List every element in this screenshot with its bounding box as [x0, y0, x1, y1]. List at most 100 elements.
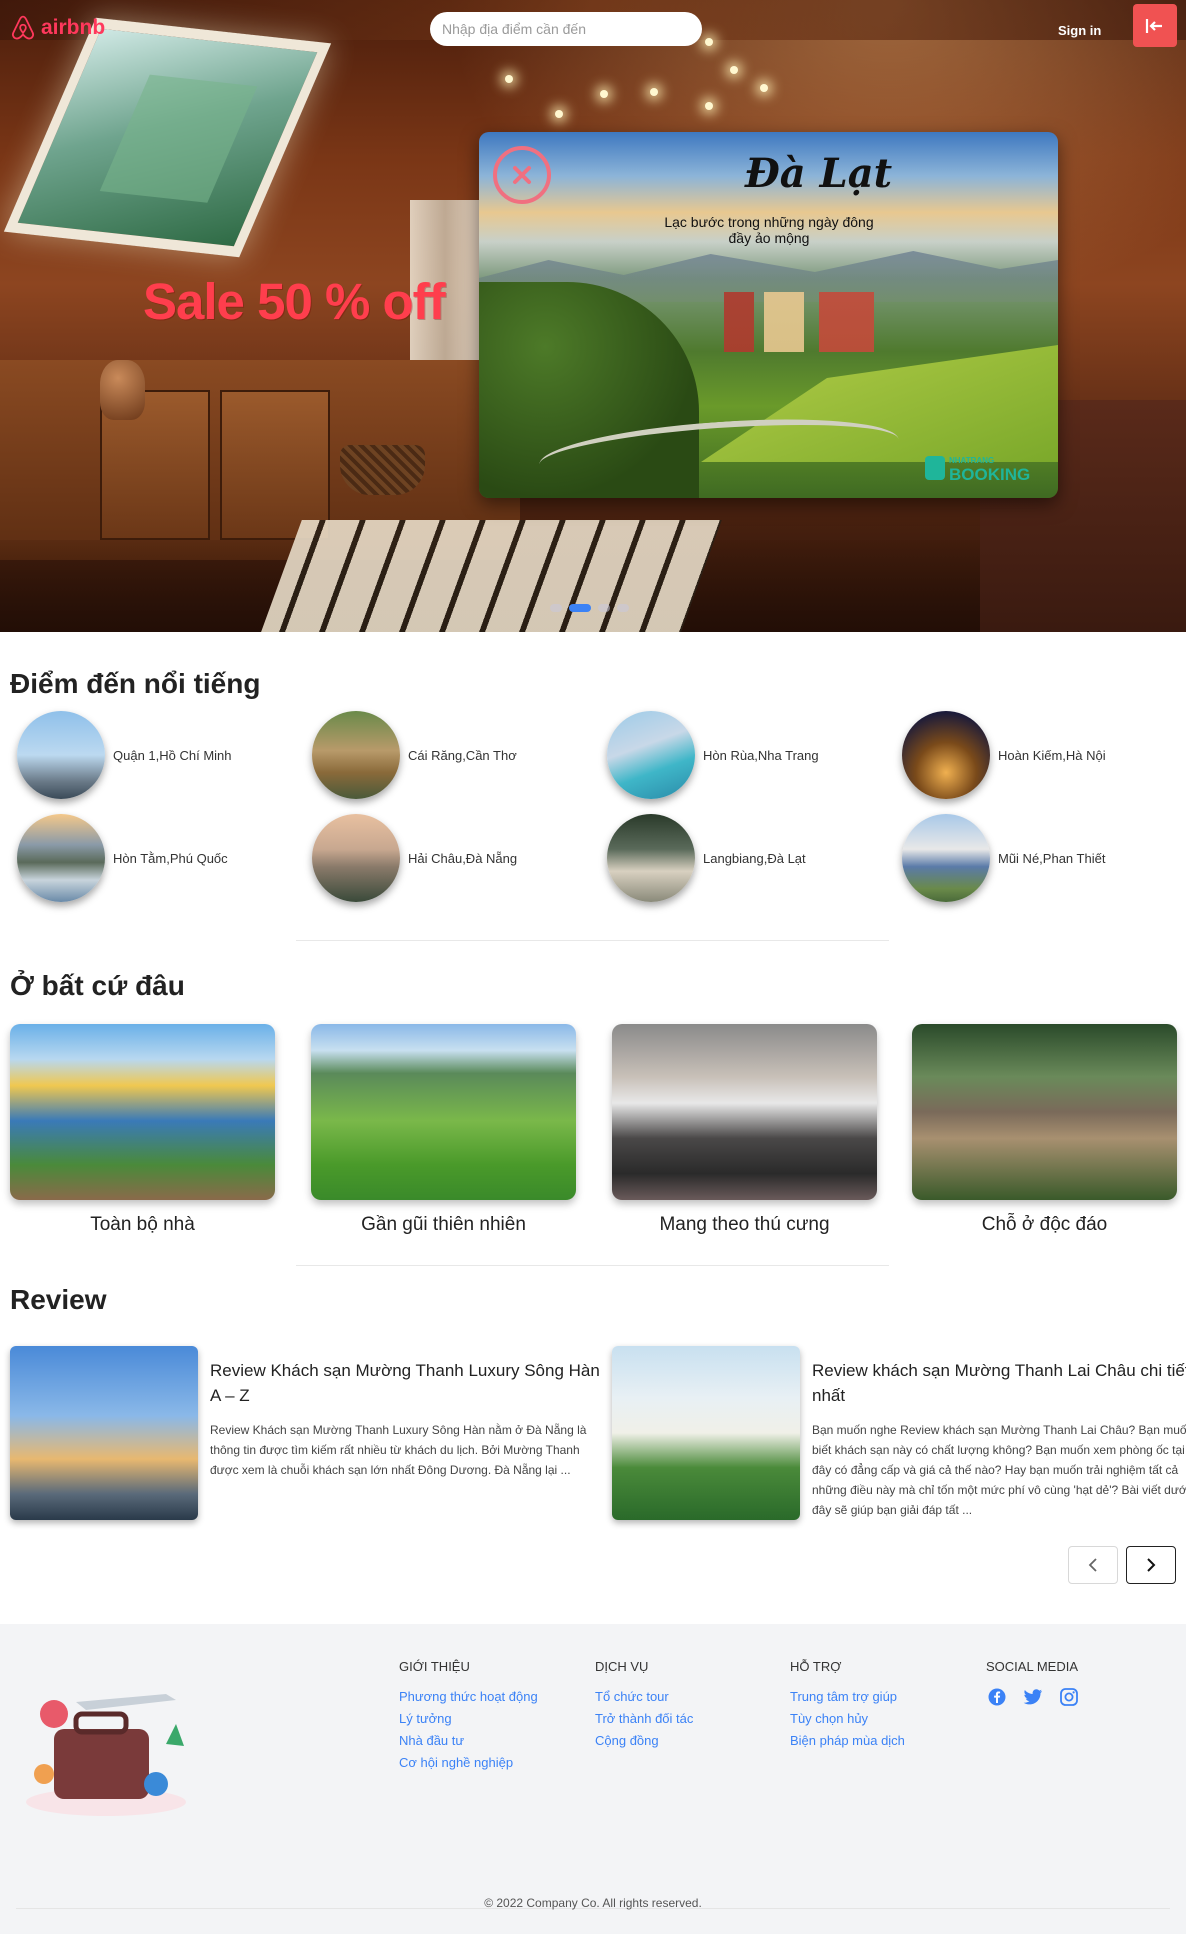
- carousel-dot[interactable]: [550, 604, 562, 612]
- brand-text: BOOKING: [949, 465, 1031, 484]
- footer-column-social: Social media: [986, 1659, 1080, 1708]
- carousel-dot[interactable]: [617, 604, 629, 612]
- footer-link[interactable]: Tùy chọn hủy: [790, 1708, 905, 1730]
- airbnb-logo[interactable]: airbnb: [10, 14, 105, 42]
- stay-type-image: [912, 1024, 1177, 1200]
- stay-type-label: Mang theo thú cưng: [659, 1214, 830, 1235]
- destination-name: Hoàn Kiếm,Hà Nội: [998, 747, 1106, 763]
- review-image: [612, 1346, 800, 1520]
- brand-icon: [925, 456, 945, 480]
- destination-item[interactable]: Langbiang,Đà Lạt: [607, 814, 806, 902]
- stay-type-image: [612, 1024, 877, 1200]
- stay-type-label: Toàn bộ nhà: [90, 1214, 195, 1235]
- section-divider: [296, 940, 889, 941]
- review-article[interactable]: Review khách sạn Mường Thanh Lai Châu ch…: [612, 1346, 1186, 1520]
- footer-heading: Hỗ trợ: [790, 1659, 842, 1674]
- string-light: [730, 66, 738, 74]
- destination-image: [312, 711, 400, 799]
- stay-type-label: Chỗ ở độc đáo: [981, 1214, 1108, 1235]
- travel-illustration: [26, 1694, 186, 1816]
- review-excerpt: Review Khách sạn Mường Thanh Luxury Sông…: [210, 1423, 587, 1477]
- logo-text: airbnb: [41, 16, 106, 39]
- stay-type-card[interactable]: Chỗ ở độc đáo: [912, 1024, 1177, 1236]
- section-divider: [296, 1265, 889, 1266]
- sale-banner-text: Sale 50 % off: [143, 273, 446, 330]
- prev-page-button[interactable]: [1068, 1546, 1118, 1584]
- carousel-indicators: [550, 604, 629, 612]
- string-light: [505, 75, 513, 83]
- social-links: [986, 1686, 1080, 1708]
- stay-type-image: [311, 1024, 576, 1200]
- destination-name: Langbiang,Đà Lạt: [703, 850, 806, 866]
- destination-image: [902, 711, 990, 799]
- stay-type-card[interactable]: Gần gũi thiên nhiên: [311, 1024, 576, 1236]
- vase: [100, 360, 145, 420]
- facebook-icon[interactable]: [986, 1686, 1008, 1708]
- stay-type-card[interactable]: Toàn bộ nhà: [10, 1024, 275, 1236]
- stay-type-card[interactable]: Mang theo thú cưng: [612, 1024, 877, 1236]
- destination-image: [607, 711, 695, 799]
- review-title[interactable]: Review khách sạn Mường Thanh Lai Châu ch…: [812, 1358, 1186, 1408]
- footer-link[interactable]: Tổ chức tour: [595, 1686, 693, 1708]
- signin-link[interactable]: Sign in: [1058, 23, 1101, 38]
- string-light: [705, 38, 713, 46]
- footer-link[interactable]: Lý tưởng: [399, 1708, 538, 1730]
- search-input[interactable]: [430, 12, 702, 46]
- rug: [258, 520, 722, 632]
- airbnb-logo-icon: [12, 15, 34, 40]
- review-article[interactable]: Review Khách sạn Mường Thanh Luxury Sông…: [10, 1346, 600, 1520]
- review-image: [10, 1346, 198, 1520]
- carousel-dot[interactable]: [598, 604, 610, 612]
- review-title[interactable]: Review Khách sạn Mường Thanh Luxury Sông…: [210, 1358, 600, 1408]
- string-light: [705, 102, 713, 110]
- footer-link[interactable]: Cộng đồng: [595, 1730, 693, 1752]
- review-heading: Review: [10, 1284, 107, 1315]
- twitter-icon[interactable]: [1022, 1686, 1044, 1708]
- string-light: [650, 88, 658, 96]
- string-light: [600, 90, 608, 98]
- anywhere-heading: Ở bất cứ đâu: [10, 970, 185, 1001]
- footer-link[interactable]: Trở thành đối tác: [595, 1708, 693, 1730]
- destination-name: Quận 1,Hồ Chí Minh: [113, 747, 232, 763]
- destination-item[interactable]: Mũi Né,Phan Thiết: [902, 814, 1105, 902]
- footer-heading: Dịch vụ: [595, 1659, 649, 1674]
- destination-name: Hải Châu,Đà Nẵng: [408, 850, 518, 866]
- footer-heading: Giới thiệu: [399, 1659, 470, 1674]
- footer-link[interactable]: Trung tâm trợ giúp: [790, 1686, 905, 1708]
- destination-image: [607, 814, 695, 902]
- destination-image: [17, 711, 105, 799]
- destination-item[interactable]: Hòn Tằm,Phú Quốc: [17, 814, 228, 902]
- destination-image: [902, 814, 990, 902]
- string-light: [555, 110, 563, 118]
- footer-heading: Social media: [986, 1659, 1078, 1674]
- destination-item[interactable]: Quận 1,Hồ Chí Minh: [17, 711, 232, 799]
- destination-name: Hòn Rùa,Nha Trang: [703, 747, 819, 763]
- popup-houses: [724, 292, 874, 352]
- footer-link[interactable]: Biện pháp mùa dịch: [790, 1730, 905, 1752]
- next-page-button[interactable]: [1126, 1546, 1176, 1584]
- basket: [340, 445, 425, 495]
- destination-item[interactable]: Hoàn Kiếm,Hà Nội: [902, 711, 1106, 799]
- popular-heading: Điểm đến nổi tiếng: [10, 668, 261, 699]
- stay-type-label: Gần gũi thiên nhiên: [361, 1214, 526, 1235]
- popup-title: Đà Lạt: [744, 150, 893, 197]
- footer: Giới thiệu Phương thức hoạt động Lý tưởn…: [0, 1624, 1186, 1934]
- cabinet-door: [220, 390, 330, 540]
- destination-name: Cái Răng,Cần Thơ: [408, 747, 517, 763]
- destination-image: [312, 814, 400, 902]
- carousel-dot-active[interactable]: [569, 604, 591, 612]
- footer-column: Giới thiệu Phương thức hoạt động Lý tưởn…: [399, 1659, 538, 1774]
- promo-popup: Đà Lạt Lạc bước trong những ngày đông đầ…: [479, 132, 1058, 498]
- destination-item[interactable]: Hải Châu,Đà Nẵng: [312, 814, 517, 902]
- instagram-icon[interactable]: [1058, 1686, 1080, 1708]
- destination-item[interactable]: Cái Răng,Cần Thơ: [312, 711, 517, 799]
- destination-item[interactable]: Hòn Rùa,Nha Trang: [607, 711, 819, 799]
- skylight-window: [3, 17, 332, 258]
- review-excerpt: Bạn muốn nghe Review khách sạn Mường Tha…: [812, 1423, 1186, 1517]
- logout-button[interactable]: [1133, 4, 1177, 47]
- footer-link[interactable]: Phương thức hoạt động: [399, 1686, 538, 1708]
- footer-link[interactable]: Cơ hội nghề nghiệp: [399, 1752, 538, 1774]
- chevron-left-icon: [1088, 1558, 1097, 1572]
- footer-link[interactable]: Nhà đầu tư: [399, 1730, 538, 1752]
- chevron-right-icon: [1147, 1558, 1156, 1572]
